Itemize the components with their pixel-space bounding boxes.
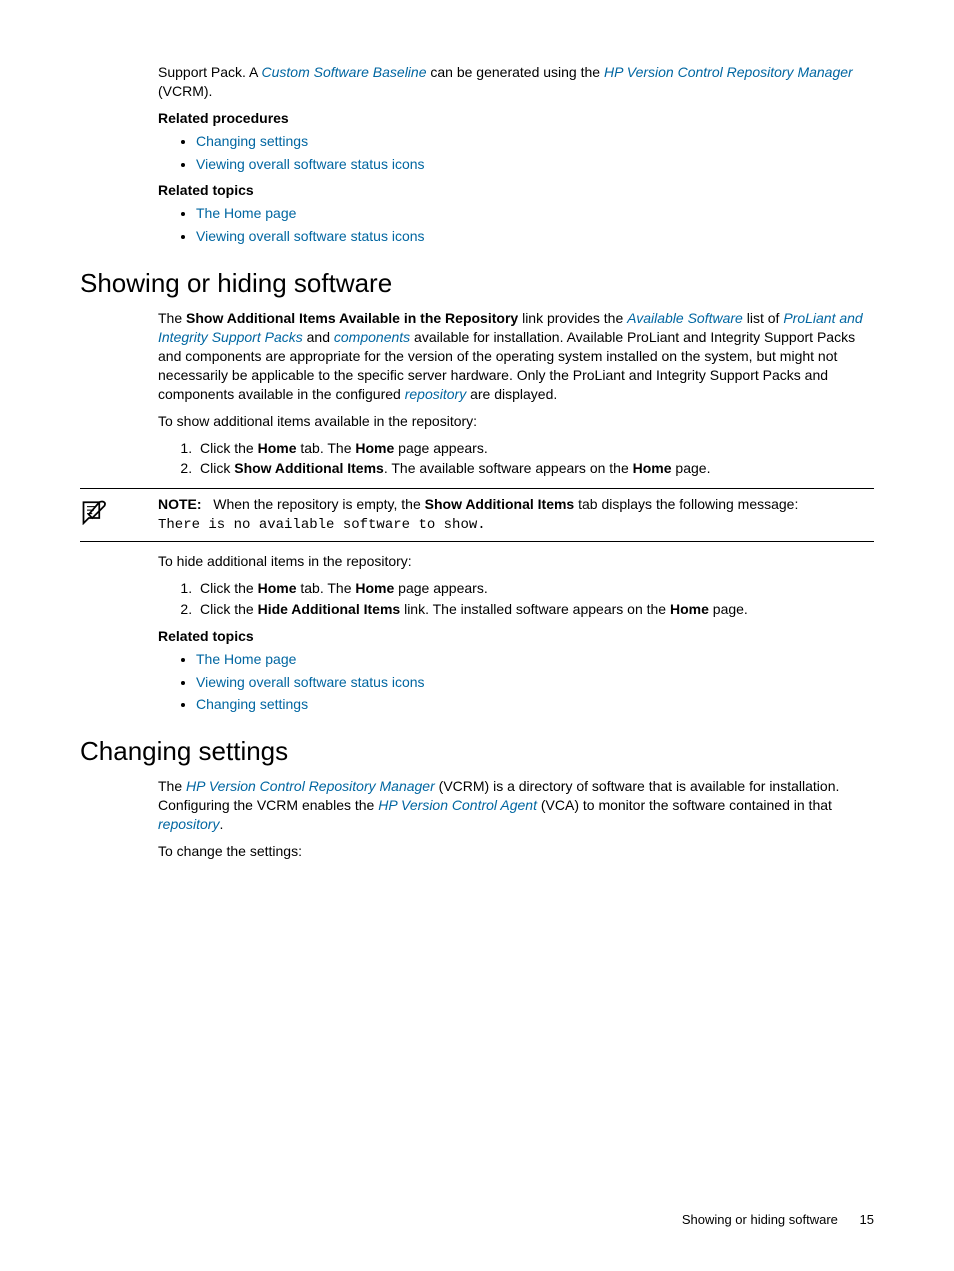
text-bold: Home <box>633 460 672 476</box>
text: are displayed. <box>466 386 557 402</box>
text: page. <box>709 601 748 617</box>
show-steps: Click the Home tab. The Home page appear… <box>158 439 874 479</box>
link-home-page[interactable]: The Home page <box>196 205 296 221</box>
footer-section-title: Showing or hiding software <box>682 1212 838 1227</box>
hide-steps: Click the Home tab. The Home page appear… <box>158 579 874 619</box>
link-hp-vcrm[interactable]: HP Version Control Repository Manager <box>604 64 853 80</box>
related-procedures-heading: Related procedures <box>158 109 874 128</box>
page: Support Pack. A Custom Software Baseline… <box>0 0 954 1271</box>
link-available-software[interactable]: Available Software <box>627 310 743 326</box>
text: can be generated using the <box>426 64 603 80</box>
note-label: NOTE: <box>158 496 202 512</box>
related-topics-list-2: The Home page Viewing overall software s… <box>158 650 874 715</box>
text: . <box>219 816 223 832</box>
link-viewing-status-icons[interactable]: Viewing overall software status icons <box>196 228 425 244</box>
related-procedures-list: Changing settings Viewing overall softwa… <box>158 132 874 174</box>
note-icon <box>80 497 108 525</box>
heading-showing-hiding-software: Showing or hiding software <box>80 266 874 301</box>
link-repository[interactable]: repository <box>158 816 219 832</box>
text: tab. The <box>296 440 355 456</box>
changing-instruction: To change the settings: <box>158 842 874 861</box>
link-changing-settings[interactable]: Changing settings <box>196 133 308 149</box>
heading-changing-settings: Changing settings <box>80 734 874 769</box>
link-hp-vcrm[interactable]: HP Version Control Repository Manager <box>186 778 435 794</box>
note-body: NOTE: When the repository is empty, the … <box>158 495 874 535</box>
related-topics-heading: Related topics <box>158 181 874 200</box>
link-viewing-status-icons[interactable]: Viewing overall software status icons <box>196 156 425 172</box>
note-code: There is no available software to show. <box>158 517 486 533</box>
text: The <box>158 310 186 326</box>
hide-instruction: To hide additional items in the reposito… <box>158 552 874 571</box>
changing-paragraph-1: The HP Version Control Repository Manage… <box>158 777 874 834</box>
text-bold: Show Additional Items <box>425 496 575 512</box>
step-2: Click Show Additional Items. The availab… <box>196 459 874 478</box>
link-changing-settings[interactable]: Changing settings <box>196 696 308 712</box>
text: link. The installed software appears on … <box>400 601 670 617</box>
text: page. <box>672 460 711 476</box>
content-block-intro: Support Pack. A Custom Software Baseline… <box>158 63 874 246</box>
step-1: Click the Home tab. The Home page appear… <box>196 439 874 458</box>
text-bold: Home <box>258 440 297 456</box>
show-instruction: To show additional items available in th… <box>158 412 874 431</box>
text-bold: Home <box>355 440 394 456</box>
content-block-showing: The Show Additional Items Available in t… <box>158 309 874 714</box>
text: (VCA) to monitor the software contained … <box>537 797 832 813</box>
text-bold: Show Additional Items <box>234 460 384 476</box>
step-1: Click the Home tab. The Home page appear… <box>196 579 874 598</box>
text: (VCRM). <box>158 83 212 99</box>
related-topics-heading-2: Related topics <box>158 627 874 646</box>
text: . The available software appears on the <box>384 460 633 476</box>
link-home-page[interactable]: The Home page <box>196 651 296 667</box>
text: tab. The <box>296 580 355 596</box>
text: page appears. <box>394 440 487 456</box>
text: Click the <box>200 601 258 617</box>
content-block-changing: The HP Version Control Repository Manage… <box>158 777 874 861</box>
showing-paragraph-1: The Show Additional Items Available in t… <box>158 309 874 403</box>
link-hp-vca[interactable]: HP Version Control Agent <box>378 797 537 813</box>
related-topics-list-1: The Home page Viewing overall software s… <box>158 204 874 246</box>
text-bold: Home <box>670 601 709 617</box>
note-icon-wrap <box>80 495 158 535</box>
intro-paragraph: Support Pack. A Custom Software Baseline… <box>158 63 874 101</box>
text: Click <box>200 460 234 476</box>
text: Click the <box>200 580 258 596</box>
text: When the repository is empty, the <box>213 496 424 512</box>
link-repository[interactable]: repository <box>405 386 466 402</box>
text: Support Pack. A <box>158 64 262 80</box>
text: list of <box>743 310 783 326</box>
step-2: Click the Hide Additional Items link. Th… <box>196 600 874 619</box>
text: and <box>303 329 334 345</box>
page-footer: Showing or hiding software 15 <box>682 1211 874 1229</box>
text-bold: Home <box>355 580 394 596</box>
link-components[interactable]: components <box>334 329 410 345</box>
text: The <box>158 778 186 794</box>
note-box: NOTE: When the repository is empty, the … <box>80 488 874 542</box>
text: tab displays the following message: <box>574 496 798 512</box>
text-bold: Hide Additional Items <box>258 601 401 617</box>
page-number: 15 <box>860 1212 874 1227</box>
link-viewing-status-icons[interactable]: Viewing overall software status icons <box>196 674 425 690</box>
text: page appears. <box>394 580 487 596</box>
link-custom-software-baseline[interactable]: Custom Software Baseline <box>262 64 427 80</box>
text: link provides the <box>518 310 627 326</box>
text-bold: Show Additional Items Available in the R… <box>186 310 518 326</box>
text-bold: Home <box>258 580 297 596</box>
text: Click the <box>200 440 258 456</box>
